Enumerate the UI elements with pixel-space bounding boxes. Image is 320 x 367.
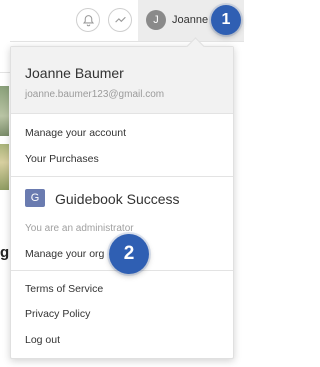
divider: [11, 176, 233, 177]
org-name: Guidebook Success: [55, 191, 180, 207]
dropdown-header: Joanne Baumer joanne.baumer123@gmail.com: [11, 47, 233, 114]
logout-link[interactable]: Log out: [25, 334, 60, 346]
background-image: [0, 144, 9, 190]
background-divider: [0, 72, 10, 73]
email-address: joanne.baumer123@gmail.com: [25, 89, 165, 100]
full-name: Joanne Baumer: [25, 65, 124, 81]
org-icon: G: [25, 189, 45, 207]
bell-icon: [82, 14, 94, 26]
callout-2: 2: [109, 234, 149, 274]
your-purchases-link[interactable]: Your Purchases: [25, 153, 99, 165]
notifications-button[interactable]: [76, 8, 100, 32]
terms-link[interactable]: Terms of Service: [25, 283, 103, 295]
user-name: Joanne: [172, 14, 209, 26]
background-image: [0, 86, 9, 136]
admin-note: You are an administrator: [25, 223, 134, 234]
activity-button[interactable]: [108, 8, 132, 32]
manage-org-link[interactable]: Manage your org: [25, 248, 104, 260]
account-dropdown: Joanne Baumer joanne.baumer123@gmail.com…: [10, 37, 234, 359]
activity-icon: [114, 16, 126, 23]
top-bar: J Joanne: [0, 0, 244, 42]
manage-account-link[interactable]: Manage your account: [25, 127, 126, 139]
callout-1: 1: [211, 5, 241, 35]
avatar: J: [146, 10, 166, 30]
privacy-link[interactable]: Privacy Policy: [25, 308, 90, 320]
